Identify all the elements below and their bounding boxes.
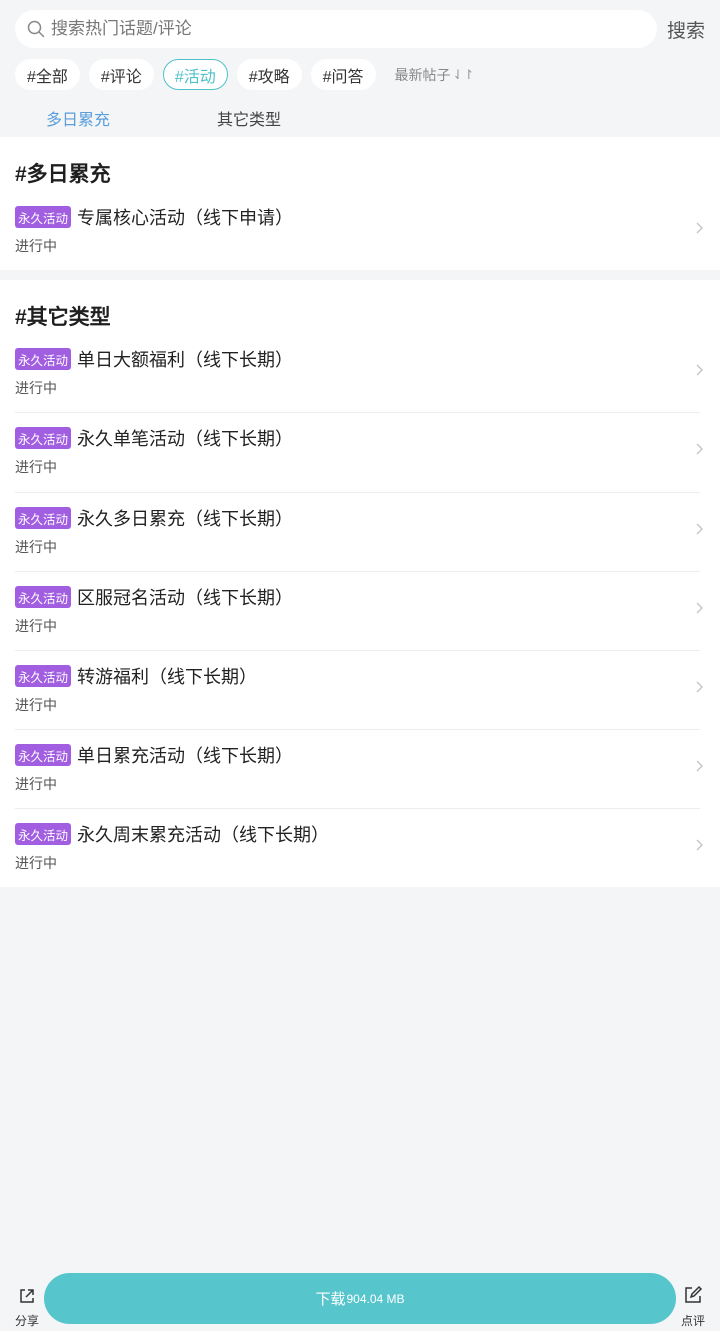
permanent-badge: 永久活动 [15, 744, 72, 766]
share-label: 分享 [14, 1314, 39, 1328]
section-multi-day-recharge: #多日累充 永久活动 专属核心活动（线下申请） 进行中 [0, 137, 720, 270]
download-label: 下载 [315, 1291, 346, 1308]
divider [15, 571, 700, 572]
subtab-bar: 多日累充 其它类型 [0, 106, 720, 130]
item-status: 进行中 [15, 380, 57, 396]
chevron-right-icon [696, 681, 703, 693]
item-title: 单日大额福利（线下长期） [77, 350, 293, 370]
search-button[interactable]: 搜索 [667, 16, 705, 43]
section-title: #其它类型 [15, 306, 111, 329]
item-title: 区服冠名活动（线下长期） [77, 588, 293, 608]
permanent-badge: 永久活动 [15, 586, 72, 608]
edit-icon [685, 1285, 703, 1303]
share-icon [20, 1289, 34, 1303]
item-status: 进行中 [15, 697, 57, 713]
tag-all[interactable]: #全部 [15, 59, 80, 90]
download-size: 904.04 MB [346, 1291, 405, 1306]
chevron-right-icon [696, 222, 703, 234]
divider [15, 729, 700, 730]
permanent-badge: 永久活动 [15, 427, 72, 449]
tag-comments[interactable]: #评论 [88, 59, 154, 90]
permanent-badge: 永久活动 [15, 665, 72, 687]
permanent-badge: 永久活动 [15, 823, 72, 845]
section-other-types: #其它类型 永久活动 单日大额福利（线下长期） 进行中 永久活动 永久单笔活动（… [0, 280, 720, 887]
item-title: 永久多日累充（线下长期） [77, 509, 293, 529]
review-label: 点评 [680, 1314, 705, 1328]
list-item[interactable]: 永久活动 永久多日累充（线下长期） 进行中 [0, 507, 720, 562]
chevron-right-icon [696, 443, 703, 455]
search-bar[interactable] [15, 10, 657, 48]
search-icon [27, 20, 45, 38]
item-status: 进行中 [15, 618, 57, 634]
sort-label: 最新帖子 [394, 66, 451, 83]
list-item[interactable]: 永久活动 单日累充活动（线下长期） 进行中 [0, 744, 720, 799]
divider [15, 808, 700, 809]
review-button[interactable]: 点评 [678, 1284, 708, 1329]
list-item[interactable]: 永久活动 单日大额福利（线下长期） 进行中 [0, 348, 720, 403]
item-title: 永久单笔活动（线下长期） [77, 429, 293, 449]
divider [15, 650, 700, 651]
permanent-badge: 永久活动 [15, 206, 72, 228]
item-status: 进行中 [15, 459, 57, 475]
permanent-badge: 永久活动 [15, 507, 72, 529]
subtab-multi-day-recharge[interactable]: 多日累充 [46, 106, 110, 130]
tag-events[interactable]: #活动 [162, 59, 228, 90]
divider [15, 492, 700, 493]
subtab-other-types[interactable]: 其它类型 [217, 106, 281, 130]
item-status: 进行中 [15, 776, 57, 792]
topic-tag-bar: #全部 #评论 #活动 #攻略 #问答 最新帖子 ⇃↾ [15, 59, 474, 90]
share-button[interactable]: 分享 [12, 1286, 42, 1329]
chevron-right-icon [696, 364, 703, 376]
item-status: 进行中 [15, 238, 57, 254]
sort-button[interactable]: 最新帖子 ⇃↾ [395, 65, 475, 85]
search-input[interactable] [51, 19, 611, 39]
permanent-badge: 永久活动 [15, 348, 72, 370]
tag-guides[interactable]: #攻略 [236, 59, 302, 90]
item-status: 进行中 [15, 539, 57, 555]
divider [15, 412, 700, 413]
list-item[interactable]: 永久活动 转游福利（线下长期） 进行中 [0, 665, 720, 720]
item-title: 转游福利（线下长期） [77, 667, 257, 687]
chevron-right-icon [696, 523, 703, 535]
item-status: 进行中 [15, 855, 57, 871]
sort-arrows-icon: ⇃↾ [452, 66, 475, 82]
item-title: 专属核心活动（线下申请） [77, 208, 293, 228]
chevron-right-icon [696, 760, 703, 772]
download-button[interactable]: 下载 904.04 MB [44, 1273, 676, 1324]
item-title: 永久周末累充活动（线下长期） [77, 825, 329, 845]
section-title: #多日累充 [15, 163, 111, 186]
list-item[interactable]: 永久活动 永久单笔活动（线下长期） 进行中 [0, 427, 720, 482]
tag-qa[interactable]: #问答 [310, 59, 376, 90]
chevron-right-icon [696, 839, 703, 851]
list-item[interactable]: 永久活动 专属核心活动（线下申请） 进行中 [0, 206, 720, 261]
chevron-right-icon [696, 602, 703, 614]
list-item[interactable]: 永久活动 区服冠名活动（线下长期） 进行中 [0, 586, 720, 641]
bottom-action-bar: 分享 下载 904.04 MB 点评 [0, 1270, 720, 1331]
list-item[interactable]: 永久活动 永久周末累充活动（线下长期） 进行中 [0, 823, 720, 878]
item-title: 单日累充活动（线下长期） [77, 746, 293, 766]
